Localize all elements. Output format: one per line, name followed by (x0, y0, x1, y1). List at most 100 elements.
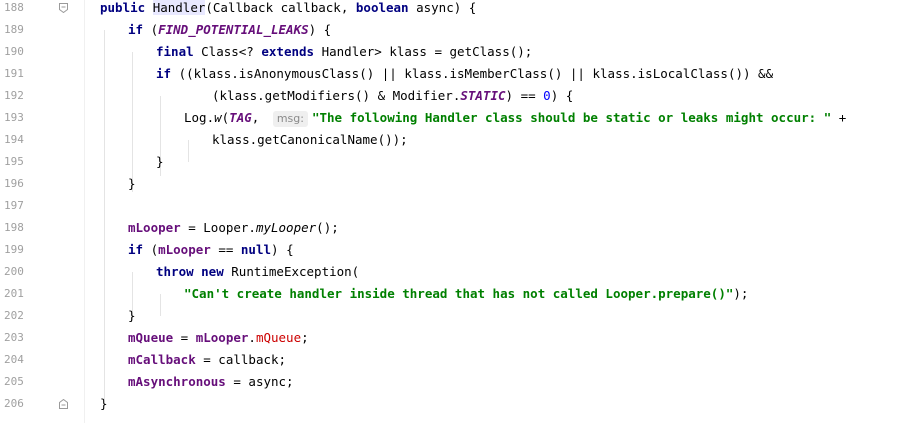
code-text: } (100, 393, 108, 415)
line-number: 204 (4, 353, 24, 366)
code-token: Handler> klass = getClass(); (321, 44, 533, 59)
fold-collapse-icon[interactable] (59, 3, 68, 13)
line-number: 206 (4, 397, 24, 410)
code-text: "Can't create handler inside thread that… (184, 283, 748, 305)
line-number: 198 (4, 221, 24, 234)
code-text: throw new RuntimeException( (156, 261, 359, 283)
line-number: 192 (4, 89, 24, 102)
code-line[interactable]: 202} (0, 305, 900, 327)
code-line[interactable]: 191 if ((klass.isAnonymousClass() || klas… (0, 63, 900, 85)
line-number: 199 (4, 243, 24, 256)
code-token: ) { (308, 22, 332, 37)
code-token: mAsynchronous (128, 374, 226, 389)
code-token: } (156, 154, 164, 169)
code-line[interactable]: 193 Log.w(TAG, msg: "The following Handler… (0, 107, 900, 129)
code-text: mCallback = callback; (128, 349, 286, 371)
code-text: mQueue = mLooper.mQueue; (128, 327, 309, 349)
line-number: 188 (4, 1, 24, 14)
line-number: 194 (4, 133, 24, 146)
code-token: (); (316, 220, 339, 235)
code-token: throw new (156, 264, 232, 279)
code-token: Class<? (201, 44, 262, 59)
code-token: if (128, 242, 151, 257)
code-line[interactable]: 203 mQueue = mLooper.mQueue; (0, 327, 900, 349)
code-token: mCallback (128, 352, 196, 367)
code-token: ) { (550, 88, 574, 103)
line-number: 197 (4, 199, 24, 212)
code-token: mLooper (195, 330, 249, 345)
code-text: } (128, 173, 136, 195)
code-token: TAG (229, 110, 252, 125)
line-number: 191 (4, 67, 24, 80)
code-token: if (128, 22, 151, 37)
code-line[interactable]: 204 mCallback = callback; (0, 349, 900, 371)
code-editor[interactable]: 188 public Handler(Callback callback, boo… (0, 0, 900, 423)
code-text: } (156, 151, 164, 173)
code-token: ) == (505, 88, 544, 103)
code-token: . (248, 330, 256, 345)
code-token: mQueue (128, 330, 174, 345)
parameter-hint: msg: (272, 111, 308, 127)
code-line[interactable]: 198 mLooper = Looper.myLooper(); (0, 217, 900, 239)
line-number: 205 (4, 375, 24, 388)
code-token: = callback; (195, 352, 287, 367)
code-token: 0 (543, 88, 551, 103)
code-token: async) { (416, 0, 477, 15)
code-token: ((klass.isAnonymousClass() || klass.isMe… (178, 66, 774, 81)
code-token: if (156, 66, 179, 81)
code-line[interactable]: 192 (klass.getModifiers() & Modifier.STAT… (0, 85, 900, 107)
code-text: mLooper = Looper.myLooper(); (128, 217, 339, 239)
line-number: 189 (4, 23, 24, 36)
code-token: ); (733, 286, 749, 301)
line-number: 195 (4, 155, 24, 168)
code-text: public Handler(Callback callback, boolea… (100, 0, 476, 19)
code-text: if (mLooper == null) { (128, 239, 294, 261)
line-number: 203 (4, 331, 24, 344)
code-line[interactable]: 206} (0, 393, 900, 415)
code-line[interactable]: 194 klass.getCanonicalName()); (0, 129, 900, 151)
code-text: final Class<? extends Handler> klass = g… (156, 41, 532, 63)
code-line[interactable]: 205 mAsynchronous = async; (0, 371, 900, 393)
code-text: mAsynchronous = async; (128, 371, 294, 393)
code-token: = (173, 330, 196, 345)
fold-end-icon[interactable] (59, 399, 68, 409)
code-token: null (240, 242, 272, 257)
code-token: , (251, 110, 267, 125)
code-token: "The following Handler class should be s… (311, 110, 832, 125)
code-token: } (128, 176, 136, 191)
line-number: 190 (4, 45, 24, 58)
line-number: 200 (4, 265, 24, 278)
code-line[interactable]: 201 "Can't create handler inside thread t… (0, 283, 900, 305)
code-token: = Looper. (180, 220, 256, 235)
code-line[interactable]: 190 final Class<? extends Handler> klass … (0, 41, 900, 63)
code-token: mQueue (255, 330, 302, 345)
code-line[interactable]: 188 public Handler(Callback callback, boo… (0, 0, 900, 19)
code-line[interactable]: 189 if (FIND_POTENTIAL_LEAKS) { (0, 19, 900, 41)
code-token: myLooper (255, 220, 317, 235)
code-token: Log. (184, 110, 215, 125)
code-token: (Callback callback, (205, 0, 356, 15)
code-token: final (156, 44, 202, 59)
code-token: ; (301, 330, 309, 345)
code-token: STATIC (460, 88, 506, 103)
code-line[interactable]: 197 (0, 195, 900, 217)
code-line[interactable]: 195} (0, 151, 900, 173)
code-text: if ((klass.isAnonymousClass() || klass.i… (156, 63, 773, 85)
code-token: + (831, 110, 847, 125)
code-text: if (FIND_POTENTIAL_LEAKS) { (128, 19, 331, 41)
code-token: mLooper (128, 220, 181, 235)
code-line[interactable]: 196} (0, 173, 900, 195)
code-token: w (214, 110, 222, 125)
code-token: "Can't create handler inside thread that… (184, 286, 734, 301)
code-token: = async; (225, 374, 294, 389)
code-line[interactable]: 199 if (mLooper == null) { (0, 239, 900, 261)
code-token: boolean (355, 0, 417, 15)
code-line[interactable]: 200 throw new RuntimeException( (0, 261, 900, 283)
code-text: klass.getCanonicalName()); (212, 129, 408, 151)
code-token: mLooper (158, 242, 211, 257)
code-token: ( (150, 242, 159, 257)
line-number: 201 (4, 287, 24, 300)
code-token: Handler (152, 0, 206, 15)
code-text: } (128, 305, 136, 327)
line-number: 202 (4, 309, 24, 322)
